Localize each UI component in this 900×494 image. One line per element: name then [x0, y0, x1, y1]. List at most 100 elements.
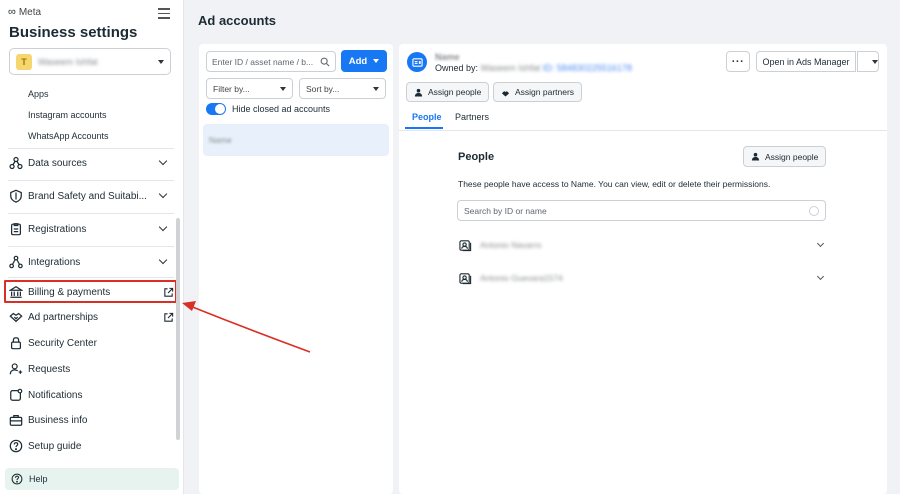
sidebar-item-label: Data sources: [28, 157, 87, 169]
asset-list-panel: Enter ID / asset name / b... Add Filter …: [199, 44, 393, 494]
sidebar-item-label: Setup guide: [28, 440, 82, 452]
briefcase-icon: [8, 412, 24, 428]
asset-name: Name: [435, 52, 460, 62]
asset-detail-panel: Name Owned by: Waseem Ishfat ID: 5848302…: [399, 44, 887, 494]
account-avatar: T: [16, 53, 32, 70]
sidebar-item-label: Notifications: [28, 389, 83, 401]
sort-label: Sort by...: [306, 83, 340, 94]
assign-people-button-secondary[interactable]: Assign people: [743, 146, 827, 167]
sidebar-item-brand-safety[interactable]: Brand Safety and Suitabi...: [8, 185, 176, 207]
open-ads-manager-dropdown[interactable]: [857, 51, 879, 72]
shield-icon: [8, 188, 24, 204]
sidebar-item-label: Registrations: [28, 223, 87, 235]
ad-account-icon: [407, 52, 427, 72]
clipboard-icon: [8, 221, 24, 237]
sidebar-item-label: Ad partnerships: [28, 311, 99, 323]
caret-down-icon: [280, 86, 286, 91]
hide-closed-row: Hide closed ad accounts: [206, 103, 330, 115]
open-in-ads-manager-button[interactable]: Open in Ads Manager: [756, 51, 856, 72]
data-sources-icon: [8, 155, 24, 171]
person-request-icon: [8, 361, 24, 377]
owner-name: Waseem Ishfat: [480, 63, 541, 73]
person-name: Antonio Guevara1574: [480, 273, 563, 283]
tabs-divider: [399, 130, 887, 131]
more-options-button[interactable]: ···: [726, 51, 750, 72]
sort-dropdown[interactable]: Sort by...: [299, 78, 386, 99]
page-heading: Business settings: [9, 24, 138, 41]
chevron-down-icon[interactable]: [816, 272, 825, 281]
highlight-box: [4, 280, 177, 303]
question-icon: [8, 438, 24, 454]
sidebar-item-data-sources[interactable]: Data sources: [8, 152, 176, 174]
list-item[interactable]: Name: [203, 124, 389, 156]
people-search-input[interactable]: Search by ID or name: [457, 200, 826, 221]
sidebar-subitem-apps[interactable]: Apps: [28, 89, 49, 99]
caret-down-icon: [373, 86, 379, 91]
sidebar-item-integrations[interactable]: Integrations: [8, 251, 176, 273]
assign-people-button[interactable]: Assign people: [406, 82, 490, 102]
add-button-label: Add: [348, 55, 368, 67]
assign-people-label: Assign people: [765, 151, 819, 162]
chevron-down-icon: [158, 222, 168, 232]
external-link-icon: [164, 312, 174, 322]
meta-logo-icon: ∞: [8, 6, 16, 18]
sidebar-item-security-center[interactable]: Security Center: [8, 332, 176, 354]
hide-closed-toggle[interactable]: [206, 103, 226, 115]
integrations-icon: [8, 254, 24, 270]
sidebar-item-label: Security Center: [28, 337, 97, 349]
account-name: Waseem Ishfat: [38, 56, 98, 67]
sidebar-item-label: Requests: [28, 363, 71, 375]
sidebar-subitem-whatsapp[interactable]: WhatsApp Accounts: [28, 131, 109, 141]
person-name: Antonio Navarro: [480, 240, 542, 250]
notifications-icon: [8, 387, 24, 403]
chevron-down-icon: [158, 156, 168, 166]
owned-by-row: Owned by: Waseem Ishfat ID: 584830225516…: [435, 63, 632, 73]
sidebar-item-registrations[interactable]: Registrations: [8, 218, 176, 240]
help-label: Help: [29, 474, 48, 484]
caret-down-icon: [373, 59, 380, 63]
sidebar-subitem-instagram[interactable]: Instagram accounts: [28, 110, 107, 120]
sidebar-item-label: Business info: [28, 414, 88, 426]
people-search-placeholder: Search by ID or name: [464, 205, 547, 216]
owned-by-label: Owned by:: [435, 63, 479, 73]
list-item-name: Name: [209, 135, 232, 145]
tab-people[interactable]: People: [412, 112, 442, 122]
caret-down-icon: [872, 59, 878, 64]
asset-search-input[interactable]: Enter ID / asset name / b...: [206, 51, 336, 72]
menu-icon[interactable]: [158, 8, 170, 22]
sidebar-item-notifications[interactable]: Notifications: [8, 384, 176, 406]
sidebar-item-business-info[interactable]: Business info: [8, 409, 176, 431]
sidebar-item-setup-guide[interactable]: Setup guide: [8, 435, 176, 457]
people-section-title: People: [458, 151, 495, 163]
filter-dropdown[interactable]: Filter by...: [206, 78, 293, 99]
assign-partners-button[interactable]: Assign partners: [493, 82, 583, 102]
sidebar-item-label: Brand Safety and Suitabi...: [28, 190, 147, 202]
add-button[interactable]: Add: [341, 50, 387, 72]
lock-icon: [8, 335, 24, 351]
chevron-down-icon: [158, 255, 168, 265]
person-icon: [414, 88, 423, 97]
partners-icon: [501, 90, 510, 97]
sidebar: ∞ Meta Business settings T Waseem Ishfat…: [0, 0, 184, 494]
caret-down-icon: [158, 59, 164, 64]
search-placeholder: Enter ID / asset name / b...: [212, 56, 314, 67]
question-icon: [9, 471, 25, 487]
handshake-icon: [8, 309, 24, 325]
person-card-icon: [459, 272, 472, 284]
assign-partners-label: Assign partners: [515, 87, 575, 97]
tab-partners[interactable]: Partners: [455, 112, 489, 122]
table-row[interactable]: Antonio Guevara1574: [459, 268, 827, 288]
business-account-select[interactable]: T Waseem Ishfat: [9, 48, 171, 75]
sidebar-item-ad-partnerships[interactable]: Ad partnerships: [8, 306, 176, 328]
person-card-icon: [459, 239, 472, 251]
table-row[interactable]: Antonio Navarro: [459, 235, 827, 255]
sidebar-item-requests[interactable]: Requests: [8, 358, 176, 380]
filter-label: Filter by...: [213, 83, 250, 94]
search-icon: [320, 57, 330, 67]
chevron-down-icon[interactable]: [816, 239, 825, 248]
help-button[interactable]: Help: [5, 468, 179, 490]
owner-id[interactable]: ID: 584830225516178: [543, 63, 632, 73]
meta-brand-label: Meta: [18, 6, 42, 18]
person-icon: [751, 152, 760, 161]
sidebar-scrollbar[interactable]: [176, 218, 180, 440]
